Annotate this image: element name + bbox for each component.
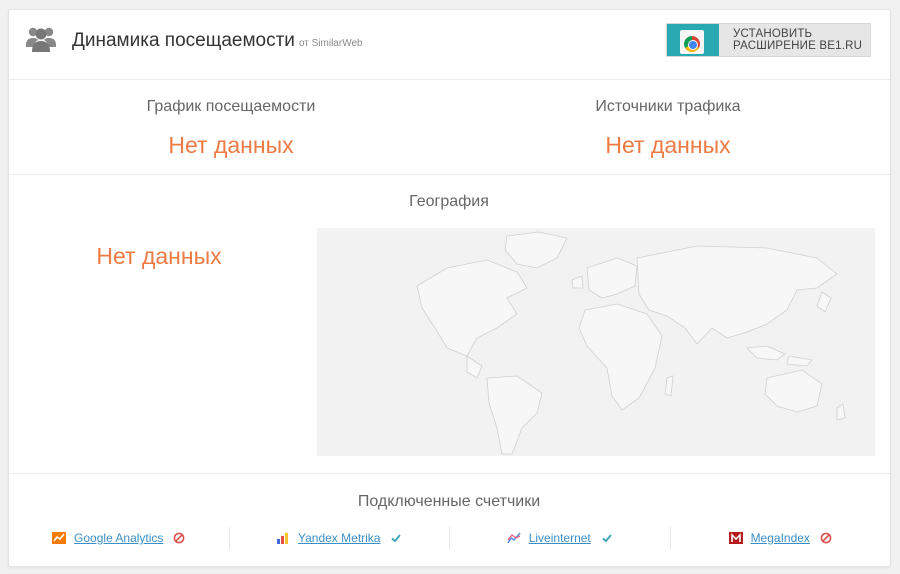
- counter-yandex-metrika: Yandex Metrika: [228, 527, 450, 549]
- counters-title: Подключенные счетчики: [357, 493, 541, 510]
- check-icon: [391, 534, 402, 543]
- google-analytics-icon: [52, 532, 67, 544]
- traffic-chart-no-data: Нет данных: [168, 132, 294, 158]
- install-extension-line2: РАСШИРЕНИЕ BE1.RU: [733, 40, 863, 52]
- megaindex-icon: [728, 532, 743, 544]
- widget-header: Динамика посещаемости от SimilarWeb УСТАН…: [9, 10, 890, 80]
- forbidden-icon: [174, 532, 185, 544]
- widget-title: Динамика посещаемости от SimilarWeb: [72, 30, 363, 52]
- world-map: [317, 228, 875, 456]
- traffic-widget: Динамика посещаемости от SimilarWeb УСТАН…: [8, 9, 891, 567]
- traffic-sources-title: Источники трафика: [595, 98, 741, 115]
- yandex-metrika-icon: [277, 533, 288, 544]
- counter-google-analytics-link[interactable]: Google Analytics: [74, 531, 163, 545]
- counters-list: Google Analytics Yandex Metrika Liveinte: [9, 518, 890, 558]
- traffic-sources-no-data: Нет данных: [605, 132, 731, 158]
- liveinternet-icon: [507, 532, 521, 544]
- geography-no-data: Нет данных: [96, 243, 222, 269]
- traffic-chart-title: График посещаемости: [146, 98, 316, 115]
- check-icon: [602, 534, 612, 543]
- world-map-graphic: [416, 231, 846, 455]
- install-extension-button[interactable]: УСТАНОВИТЬ РАСШИРЕНИЕ BE1.RU: [666, 23, 871, 57]
- counter-megaindex-link[interactable]: MegaIndex: [751, 531, 810, 545]
- forbidden-icon: [820, 532, 832, 544]
- counter-google-analytics: Google Analytics: [9, 527, 229, 549]
- counter-megaindex: MegaIndex: [669, 527, 891, 549]
- counter-liveinternet-link[interactable]: Liveinternet: [529, 531, 591, 545]
- widget-source: от SimilarWeb: [298, 38, 363, 49]
- geography-title: География: [409, 193, 489, 210]
- divider: [9, 174, 890, 175]
- counter-yandex-metrika-link[interactable]: Yandex Metrika: [298, 531, 380, 545]
- widget-title-text: Динамика посещаемости: [72, 30, 295, 51]
- install-extension-label: УСТАНОВИТЬ РАСШИРЕНИЕ BE1.RU: [733, 28, 862, 52]
- chrome-store-icon: [667, 24, 719, 56]
- users-icon: [26, 27, 56, 52]
- counter-liveinternet: Liveinternet: [449, 527, 670, 549]
- install-extension-line1: УСТАНОВИТЬ: [733, 28, 813, 40]
- divider: [9, 473, 890, 474]
